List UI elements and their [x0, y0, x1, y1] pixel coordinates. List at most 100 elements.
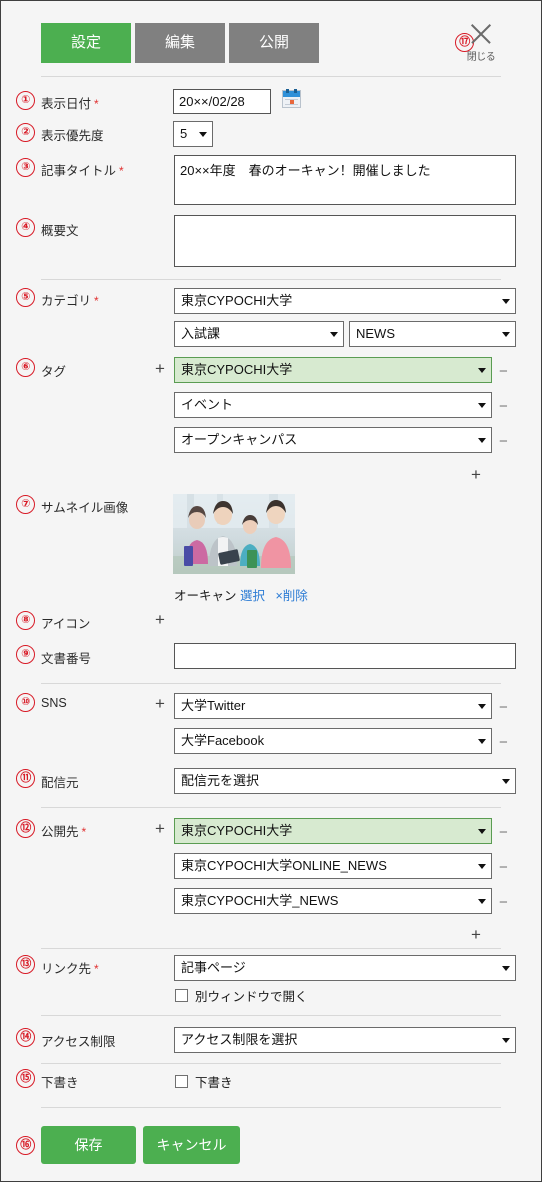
chevron-down-icon	[502, 779, 510, 784]
publish-select-3[interactable]: 東京CYPOCHI大学_NEWS	[174, 888, 492, 914]
marker-11: ⑪	[16, 769, 35, 788]
summary-textarea[interactable]	[174, 215, 516, 267]
access-select[interactable]: アクセス制限を選択	[174, 1027, 516, 1053]
label-doc-number: 文書番号	[41, 652, 92, 666]
publish-select-1[interactable]: 東京CYPOCHI大学	[174, 818, 492, 844]
tags-add-button[interactable]: +	[155, 360, 165, 377]
chevron-down-icon	[478, 403, 486, 408]
required-mark: *	[81, 825, 87, 839]
category-sub2-select[interactable]: NEWS	[349, 321, 516, 347]
publish-select-2[interactable]: 東京CYPOCHI大学ONLINE_NEWS	[174, 853, 492, 879]
marker-13: ⑬	[16, 955, 35, 974]
new-window-checkbox[interactable]	[175, 989, 188, 1002]
divider	[41, 1015, 501, 1016]
new-window-checkbox-row[interactable]: 別ウィンドウで開く	[175, 986, 308, 1005]
chevron-down-icon	[330, 332, 338, 337]
draft-checkbox[interactable]	[175, 1075, 188, 1088]
display-date-input[interactable]	[173, 89, 271, 114]
publish-remove-1[interactable]: −	[499, 825, 508, 840]
chevron-down-icon	[478, 438, 486, 443]
category-sub2-value: NEWS	[356, 326, 395, 341]
thumbnail-image[interactable]	[173, 494, 295, 574]
divider	[41, 1107, 501, 1108]
settings-dialog: 設定 編集 公開 ⑰ 閉じる ① 表示日付* ② 表示優先度 5	[0, 0, 542, 1182]
tags-add-bottom-button[interactable]: +	[471, 466, 481, 483]
tag-select-3[interactable]: オープンキャンパス	[174, 427, 492, 453]
close-label: 閉じる	[466, 52, 496, 63]
tag-remove-1[interactable]: −	[499, 364, 508, 379]
calendar-ring-left	[286, 89, 289, 93]
chevron-down-icon	[478, 739, 486, 744]
publish-value-3: 東京CYPOCHI大学_NEWS	[181, 893, 339, 908]
label-access: アクセス制限	[41, 1035, 116, 1049]
close-icon	[468, 21, 494, 47]
save-button[interactable]: 保存	[41, 1126, 136, 1164]
tag-remove-2[interactable]: −	[499, 399, 508, 414]
tag-select-2[interactable]: イベント	[174, 392, 492, 418]
tag-remove-3[interactable]: −	[499, 434, 508, 449]
icon-add-button[interactable]: +	[155, 611, 165, 628]
tab-edit[interactable]: 編集	[135, 23, 225, 63]
doc-number-input[interactable]	[174, 643, 516, 669]
thumbnail-delete-link[interactable]: ×削除	[275, 589, 307, 603]
tag-value-3: オープンキャンパス	[181, 432, 298, 447]
marker-4: ④	[16, 218, 35, 237]
label-tags: タグ	[41, 365, 67, 379]
priority-value: 5	[180, 126, 188, 141]
publish-remove-2[interactable]: −	[499, 860, 508, 875]
category-main-value: 東京CYPOCHI大学	[181, 293, 293, 308]
label-thumbnail: サムネイル画像	[41, 501, 129, 515]
chevron-down-icon	[502, 1038, 510, 1043]
marker-7: ⑦	[16, 495, 35, 514]
label-source: 配信元	[41, 776, 79, 790]
sns-remove-1[interactable]: −	[499, 700, 508, 715]
chevron-down-icon	[478, 704, 486, 709]
cancel-button[interactable]: キャンセル	[143, 1126, 240, 1164]
marker-16: ⑯	[16, 1136, 35, 1155]
new-window-label: 別ウィンドウで開く	[195, 990, 308, 1004]
required-mark: *	[119, 164, 124, 178]
priority-select[interactable]: 5	[173, 121, 213, 147]
tag-select-1[interactable]: 東京CYPOCHI大学	[174, 357, 492, 383]
link-to-select[interactable]: 記事ページ	[174, 955, 516, 981]
required-mark: *	[94, 962, 99, 976]
marker-9: ⑨	[16, 645, 35, 664]
chevron-down-icon	[478, 368, 486, 373]
marker-10: ⑩	[16, 693, 35, 712]
calendar-icon[interactable]	[282, 89, 301, 108]
required-mark: *	[94, 97, 99, 111]
label-icon: アイコン	[41, 617, 91, 631]
tab-settings[interactable]: 設定	[41, 23, 131, 63]
article-title-textarea[interactable]	[174, 155, 516, 205]
category-main-select[interactable]: 東京CYPOCHI大学	[174, 288, 516, 314]
publish-remove-3[interactable]: −	[499, 895, 508, 910]
divider	[41, 1063, 501, 1064]
divider	[41, 807, 501, 808]
sns-value-2: 大学Facebook	[181, 733, 265, 748]
marker-8: ⑧	[16, 611, 35, 630]
sns-select-2[interactable]: 大学Facebook	[174, 728, 492, 754]
label-link-to: リンク先 *	[41, 962, 99, 976]
dialog-body: 設定 編集 公開 ⑰ 閉じる ① 表示日付* ② 表示優先度 5	[7, 7, 535, 1175]
marker-15: ⑮	[16, 1069, 35, 1088]
chevron-down-icon	[478, 864, 486, 869]
label-draft: 下書き	[41, 1076, 79, 1090]
sns-remove-2[interactable]: −	[499, 735, 508, 750]
tab-publish[interactable]: 公開	[229, 23, 319, 63]
publish-add-button[interactable]: +	[155, 820, 165, 837]
sns-add-button[interactable]: +	[155, 695, 165, 712]
publish-add-bottom-button[interactable]: +	[471, 926, 481, 943]
calendar-grid-line	[285, 104, 298, 105]
category-sub1-select[interactable]: 入試課	[174, 321, 344, 347]
label-category: カテゴリ *	[41, 294, 99, 308]
chevron-down-icon	[502, 299, 510, 304]
label-priority: 表示優先度	[41, 129, 104, 143]
draft-checkbox-row[interactable]: 下書き	[175, 1072, 233, 1091]
thumbnail-select-link[interactable]: 選択	[240, 589, 265, 603]
sns-select-1[interactable]: 大学Twitter	[174, 693, 492, 719]
close-button[interactable]: 閉じる	[451, 21, 511, 63]
category-sub1-value: 入試課	[181, 326, 221, 341]
divider	[41, 76, 501, 77]
source-select[interactable]: 配信元を選択	[174, 768, 516, 794]
marker-14: ⑭	[16, 1028, 35, 1047]
